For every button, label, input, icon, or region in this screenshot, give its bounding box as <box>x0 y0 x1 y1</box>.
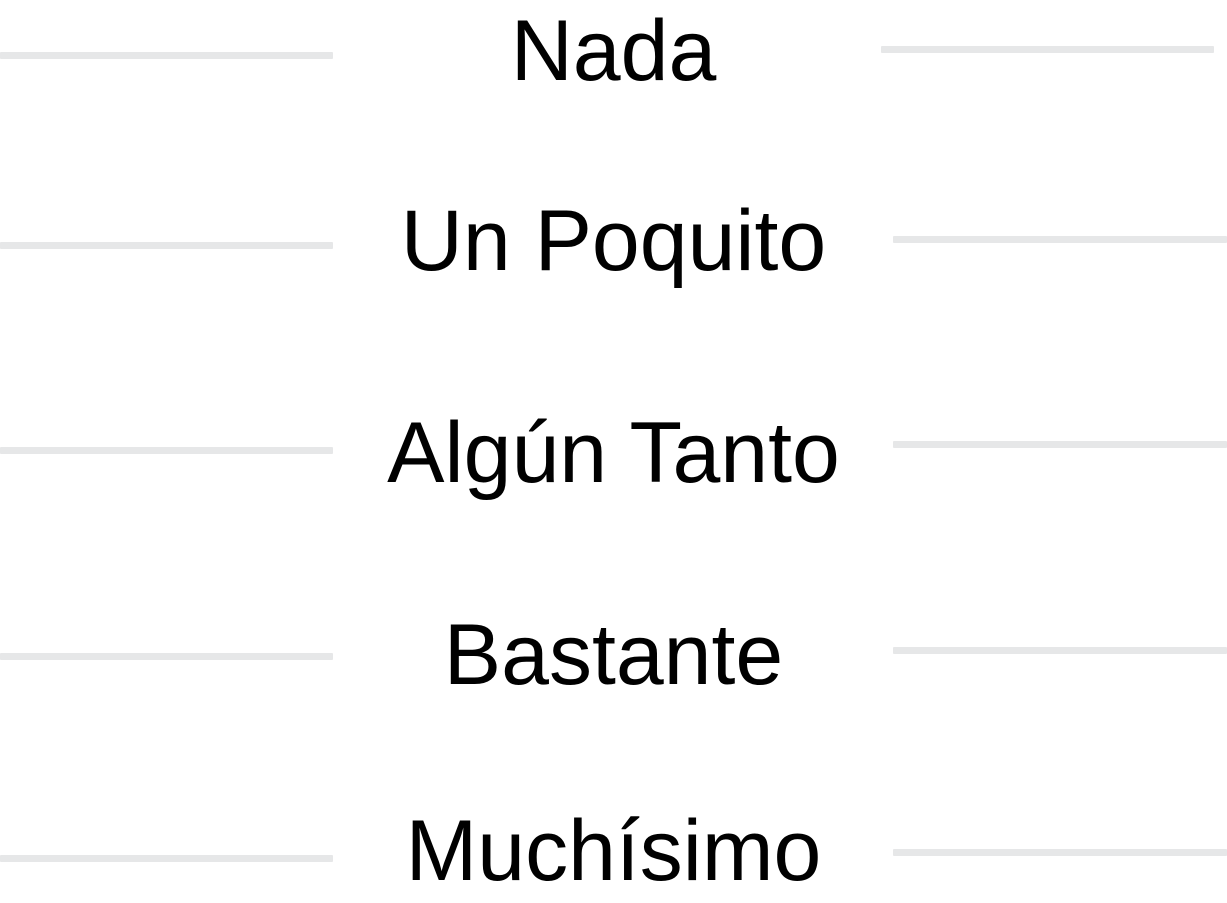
rating-scale: Nada Un Poquito Algún Tanto Bastante Muc… <box>0 0 1227 903</box>
scale-option-label[interactable]: Algún Tanto <box>0 410 1227 496</box>
scale-option-label[interactable]: Bastante <box>0 612 1227 698</box>
scale-line-right <box>893 647 1227 654</box>
scale-line-right <box>893 441 1227 448</box>
scale-line-right <box>893 236 1227 243</box>
scale-line-right <box>893 849 1227 856</box>
scale-line-right <box>881 46 1214 53</box>
